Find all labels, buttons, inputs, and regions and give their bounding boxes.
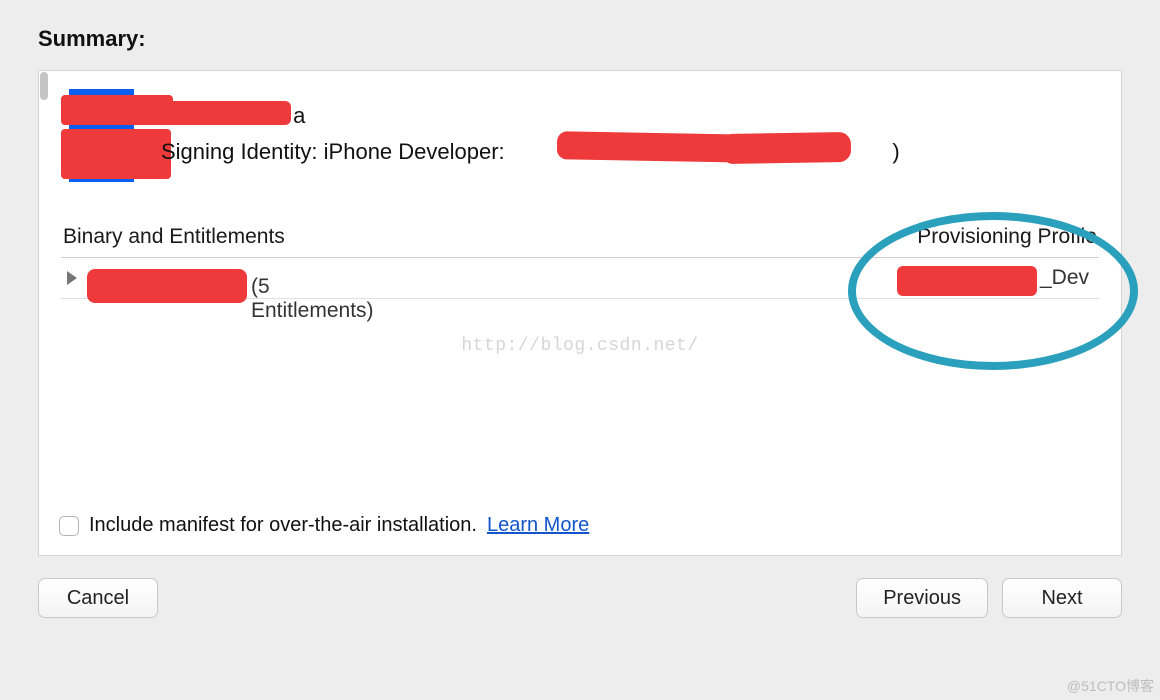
profile-suffix: _Dev: [1040, 266, 1097, 289]
column-binary-entitlements: Binary and Entitlements: [63, 225, 285, 249]
attribution-text: @51CTO博客: [1067, 676, 1154, 696]
cancel-button[interactable]: Cancel: [38, 578, 158, 618]
next-button[interactable]: Next: [1002, 578, 1122, 618]
previous-button[interactable]: Previous: [856, 578, 988, 618]
redaction-mark: [897, 266, 1037, 296]
manifest-checkbox[interactable]: [59, 516, 79, 536]
summary-panel: XXXXXXXXXa Signing Identity: iPhone Deve…: [38, 70, 1122, 556]
disclosure-triangle-icon[interactable]: [67, 271, 77, 285]
column-provisioning-profile: Provisioning Profile: [917, 225, 1097, 249]
export-summary-dialog: Summary: XXXXXXXXXa Signing Identity: iP…: [0, 0, 1160, 700]
table-row[interactable]: (5 Entitlements) _Dev: [61, 258, 1099, 299]
manifest-option: Include manifest for over-the-air instal…: [59, 514, 589, 537]
redaction-mark: [61, 95, 173, 125]
table-header: Binary and Entitlements Provisioning Pro…: [61, 211, 1099, 258]
redaction-mark: [61, 129, 171, 179]
app-header-section: XXXXXXXXXa Signing Identity: iPhone Deve…: [61, 89, 1099, 199]
app-name-label: XXXXXXXXXa: [161, 103, 305, 129]
page-title: Summary:: [38, 26, 1122, 52]
redaction-mark: [87, 269, 247, 303]
dialog-buttons: Cancel Previous Next: [38, 578, 1122, 618]
learn-more-link[interactable]: Learn More: [487, 514, 589, 537]
entitlements-count: (5 Entitlements): [251, 275, 374, 323]
manifest-label: Include manifest for over-the-air instal…: [89, 514, 477, 537]
redaction-mark: [721, 132, 852, 164]
scrollbar-thumb[interactable]: [40, 72, 48, 100]
watermark-text: http://blog.csdn.net/: [461, 336, 698, 356]
